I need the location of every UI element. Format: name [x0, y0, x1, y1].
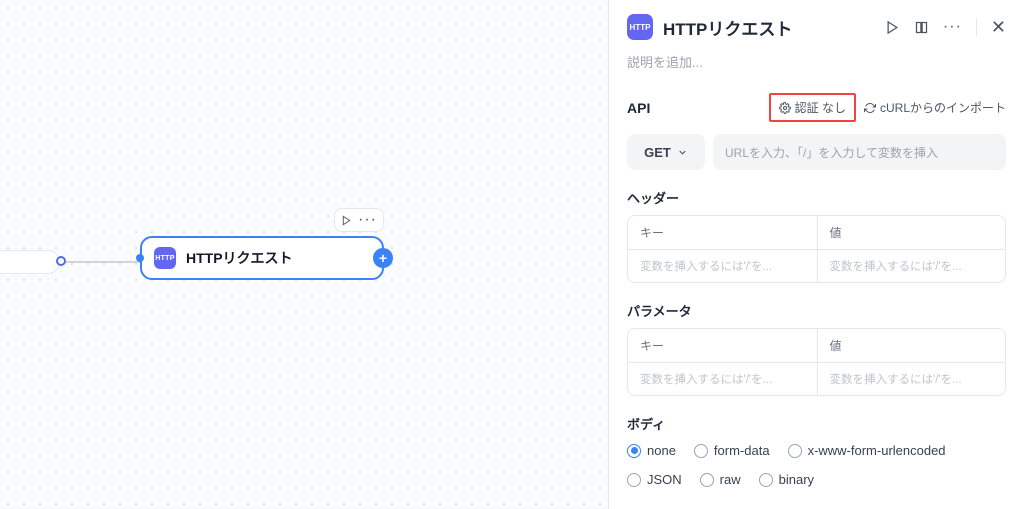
node-details-panel: HTTP HTTPリクエスト ··· ✕ 説明を追加... API 認証 なし …	[608, 0, 1024, 509]
chevron-down-icon	[677, 147, 688, 158]
more-icon[interactable]: ···	[943, 18, 962, 36]
request-line: GET URLを入力、「/」を入力して変数を挿入	[627, 134, 1006, 170]
edge-output-port[interactable]	[56, 256, 66, 266]
radio-label: JSON	[647, 472, 682, 487]
param-value-input[interactable]: 変数を挿入するには'/'を...	[817, 363, 1006, 395]
params-section: パラメータ キー 値 変数を挿入するには'/'を... 変数を挿入するには'/'…	[627, 301, 1006, 396]
edge-line	[60, 261, 140, 263]
http-method-select[interactable]: GET	[627, 134, 705, 170]
param-key-input[interactable]: 変数を挿入するには'/'を...	[628, 363, 817, 395]
run-icon[interactable]	[885, 20, 900, 35]
description-input[interactable]: 説明を追加...	[627, 52, 1006, 71]
http-badge-icon: HTTP	[154, 247, 176, 269]
node-title: HTTPリクエスト	[186, 248, 293, 268]
api-section-header: API 認証 なし cURLからのインポート	[627, 93, 1006, 122]
headers-label: ヘッダー	[627, 188, 1006, 207]
gear-icon	[779, 102, 791, 114]
http-badge-icon: HTTP	[627, 14, 653, 40]
node-more-icon[interactable]: ···	[358, 211, 377, 229]
url-input[interactable]: URLを入力、「/」を入力して変数を挿入	[713, 134, 1006, 170]
radio-label: none	[647, 443, 676, 458]
auth-none-button[interactable]: 認証 なし	[769, 93, 856, 122]
radio-label: form-data	[714, 443, 770, 458]
add-node-button[interactable]: +	[373, 248, 393, 268]
body-option-binary[interactable]: binary	[759, 472, 814, 487]
curl-import-text: cURLからのインポート	[880, 99, 1006, 116]
body-option-form-data[interactable]: form-data	[694, 443, 770, 458]
body-option-x-www-form-urlencoded[interactable]: x-www-form-urlencoded	[788, 443, 946, 458]
separator	[976, 18, 977, 36]
radio-icon	[627, 473, 641, 487]
node-toolbar: ···	[334, 208, 384, 232]
table-row[interactable]: 変数を挿入するには'/'を... 変数を挿入するには'/'を...	[628, 250, 1005, 282]
body-label: ボディ	[627, 414, 1006, 433]
header-value-input[interactable]: 変数を挿入するには'/'を...	[817, 250, 1006, 282]
close-icon[interactable]: ✕	[991, 17, 1006, 38]
table-header-row: キー 値	[628, 216, 1005, 250]
body-option-raw[interactable]: raw	[700, 472, 741, 487]
body-type-radio-group: none form-data x-www-form-urlencoded JSO…	[627, 443, 1006, 487]
api-label: API	[627, 100, 761, 116]
radio-icon	[759, 473, 773, 487]
header-key-input[interactable]: 変数を挿入するには'/'を...	[628, 250, 817, 282]
header-key-column: キー	[628, 216, 817, 249]
radio-icon	[788, 444, 802, 458]
book-icon[interactable]	[914, 20, 929, 35]
param-key-column: キー	[628, 329, 817, 362]
http-request-node[interactable]: HTTP HTTPリクエスト +	[140, 236, 384, 280]
radio-label: x-www-form-urlencoded	[808, 443, 946, 458]
http-method-value: GET	[644, 145, 671, 160]
node-input-port[interactable]	[136, 254, 144, 262]
table-row[interactable]: 変数を挿入するには'/'を... 変数を挿入するには'/'を...	[628, 363, 1005, 395]
radio-icon	[694, 444, 708, 458]
radio-icon	[627, 444, 641, 458]
params-label: パラメータ	[627, 301, 1006, 320]
workflow-canvas[interactable]: ··· HTTP HTTPリクエスト +	[0, 0, 608, 509]
auth-label-text: 認証 なし	[795, 99, 846, 116]
params-table: キー 値 変数を挿入するには'/'を... 変数を挿入するには'/'を...	[627, 328, 1006, 396]
run-icon[interactable]	[341, 215, 352, 226]
param-value-column: 値	[817, 329, 1006, 362]
header-value-column: 値	[817, 216, 1006, 249]
radio-label: raw	[720, 472, 741, 487]
body-option-none[interactable]: none	[627, 443, 676, 458]
upstream-node-stub	[0, 250, 60, 274]
panel-header-actions: ··· ✕	[885, 17, 1006, 38]
radio-icon	[700, 473, 714, 487]
body-section: ボディ none form-data x-www-form-urlencoded…	[627, 414, 1006, 487]
headers-section: ヘッダー キー 値 変数を挿入するには'/'を... 変数を挿入するには'/'を…	[627, 188, 1006, 283]
curl-import-button[interactable]: cURLからのインポート	[864, 99, 1006, 116]
table-header-row: キー 値	[628, 329, 1005, 363]
body-option-json[interactable]: JSON	[627, 472, 682, 487]
radio-label: binary	[779, 472, 814, 487]
panel-header: HTTP HTTPリクエスト ··· ✕	[627, 14, 1006, 40]
refresh-icon	[864, 102, 876, 114]
panel-title: HTTPリクエスト	[663, 15, 875, 40]
headers-table: キー 値 変数を挿入するには'/'を... 変数を挿入するには'/'を...	[627, 215, 1006, 283]
